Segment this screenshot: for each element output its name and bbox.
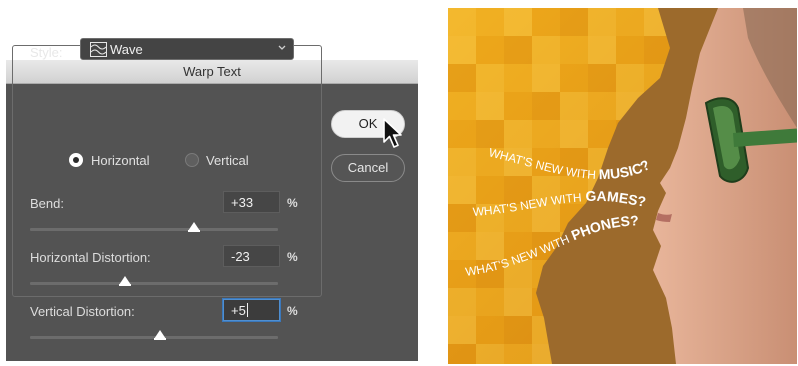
horizontal-radio-label[interactable]: Horizontal	[91, 153, 150, 168]
mouse-pointer-icon	[383, 118, 402, 148]
vertical-distortion-value: +5	[231, 303, 246, 318]
horizontal-radio[interactable]	[69, 153, 83, 167]
vertical-distortion-input[interactable]: +5	[223, 299, 280, 321]
style-selected-value: Wave	[110, 42, 143, 57]
horizontal-distortion-unit: %	[287, 250, 298, 264]
bend-slider-track[interactable]	[30, 228, 278, 231]
cancel-button[interactable]: Cancel	[331, 154, 405, 182]
style-label: Style:	[30, 45, 63, 60]
artwork-canvas: WHAT'S NEW WITH MUSIC? WHAT'S NEW WITH G…	[448, 8, 797, 364]
horizontal-distortion-input[interactable]: -23	[223, 245, 280, 267]
vertical-radio-label[interactable]: Vertical	[206, 153, 249, 168]
vertical-radio[interactable]	[185, 153, 199, 167]
vertical-distortion-label: Vertical Distortion:	[30, 304, 135, 319]
bend-label: Bend:	[30, 196, 64, 211]
horizontal-distortion-slider-track[interactable]	[30, 282, 278, 285]
horizontal-distortion-slider-thumb[interactable]	[119, 276, 132, 286]
chevron-down-icon	[278, 45, 286, 50]
horizontal-distortion-label: Horizontal Distortion:	[30, 250, 151, 265]
bend-input[interactable]: +33	[223, 191, 280, 213]
bend-slider-thumb[interactable]	[187, 222, 200, 232]
text-caret	[246, 303, 248, 317]
style-dropdown[interactable]: Wave	[80, 38, 294, 60]
artwork-preview: WHAT'S NEW WITH MUSIC? WHAT'S NEW WITH G…	[448, 8, 797, 364]
bend-unit: %	[287, 196, 298, 210]
wave-warp-icon	[90, 42, 107, 57]
vertical-distortion-slider-thumb[interactable]	[154, 330, 167, 340]
vertical-distortion-unit: %	[287, 304, 298, 318]
